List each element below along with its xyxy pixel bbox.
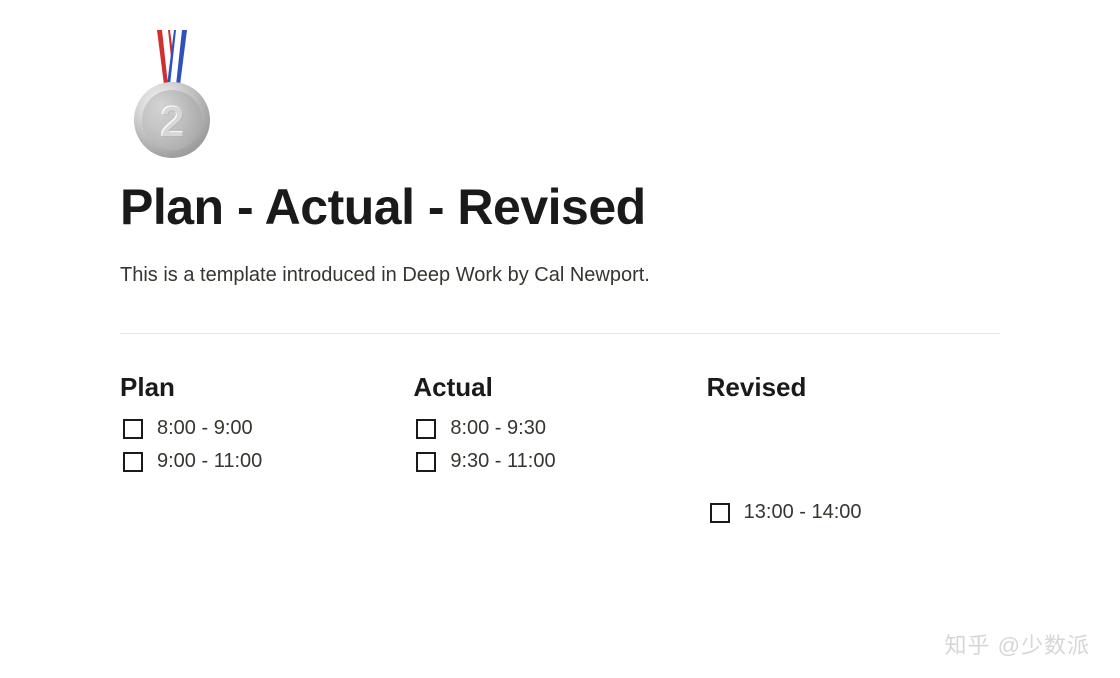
todo-label[interactable]: 13:00 - 14:00 bbox=[744, 501, 862, 524]
column-heading-revised[interactable]: Revised bbox=[707, 372, 1000, 403]
checkbox[interactable] bbox=[416, 419, 436, 439]
column-heading-plan[interactable]: Plan bbox=[120, 372, 413, 403]
checkbox[interactable] bbox=[123, 452, 143, 472]
column-heading-actual[interactable]: Actual bbox=[413, 372, 706, 403]
page-description[interactable]: This is a template introduced in Deep Wo… bbox=[120, 264, 1000, 287]
checkbox[interactable] bbox=[710, 503, 730, 523]
todo-item[interactable]: 8:00 - 9:30 bbox=[413, 417, 706, 440]
columns-container: Plan 8:00 - 9:00 9:00 - 11:00 Actual 8:0… bbox=[120, 372, 1000, 534]
divider bbox=[120, 333, 1000, 334]
page-icon[interactable]: 2 2 bbox=[132, 30, 212, 160]
checkbox[interactable] bbox=[123, 419, 143, 439]
todo-item[interactable]: 13:00 - 14:00 bbox=[707, 501, 1000, 524]
todo-label[interactable]: 8:00 - 9:30 bbox=[450, 417, 546, 440]
todo-label[interactable]: 9:30 - 11:00 bbox=[450, 450, 555, 473]
svg-text:2: 2 bbox=[161, 98, 185, 147]
todo-label[interactable]: 9:00 - 11:00 bbox=[157, 450, 262, 473]
todo-label[interactable]: 8:00 - 9:00 bbox=[157, 417, 253, 440]
checkbox[interactable] bbox=[416, 452, 436, 472]
column-actual: Actual 8:00 - 9:30 9:30 - 11:00 bbox=[413, 372, 706, 534]
page-title[interactable]: Plan - Actual - Revised bbox=[120, 178, 1000, 236]
spacer bbox=[707, 417, 1000, 459]
column-revised: Revised 13:00 - 14:00 bbox=[707, 372, 1000, 534]
column-plan: Plan 8:00 - 9:00 9:00 - 11:00 bbox=[120, 372, 413, 534]
todo-item[interactable]: 8:00 - 9:00 bbox=[120, 417, 413, 440]
todo-item[interactable]: 9:00 - 11:00 bbox=[120, 450, 413, 473]
spacer bbox=[707, 459, 1000, 501]
watermark: 知乎 @少数派 bbox=[945, 628, 1090, 660]
todo-item[interactable]: 9:30 - 11:00 bbox=[413, 450, 706, 473]
